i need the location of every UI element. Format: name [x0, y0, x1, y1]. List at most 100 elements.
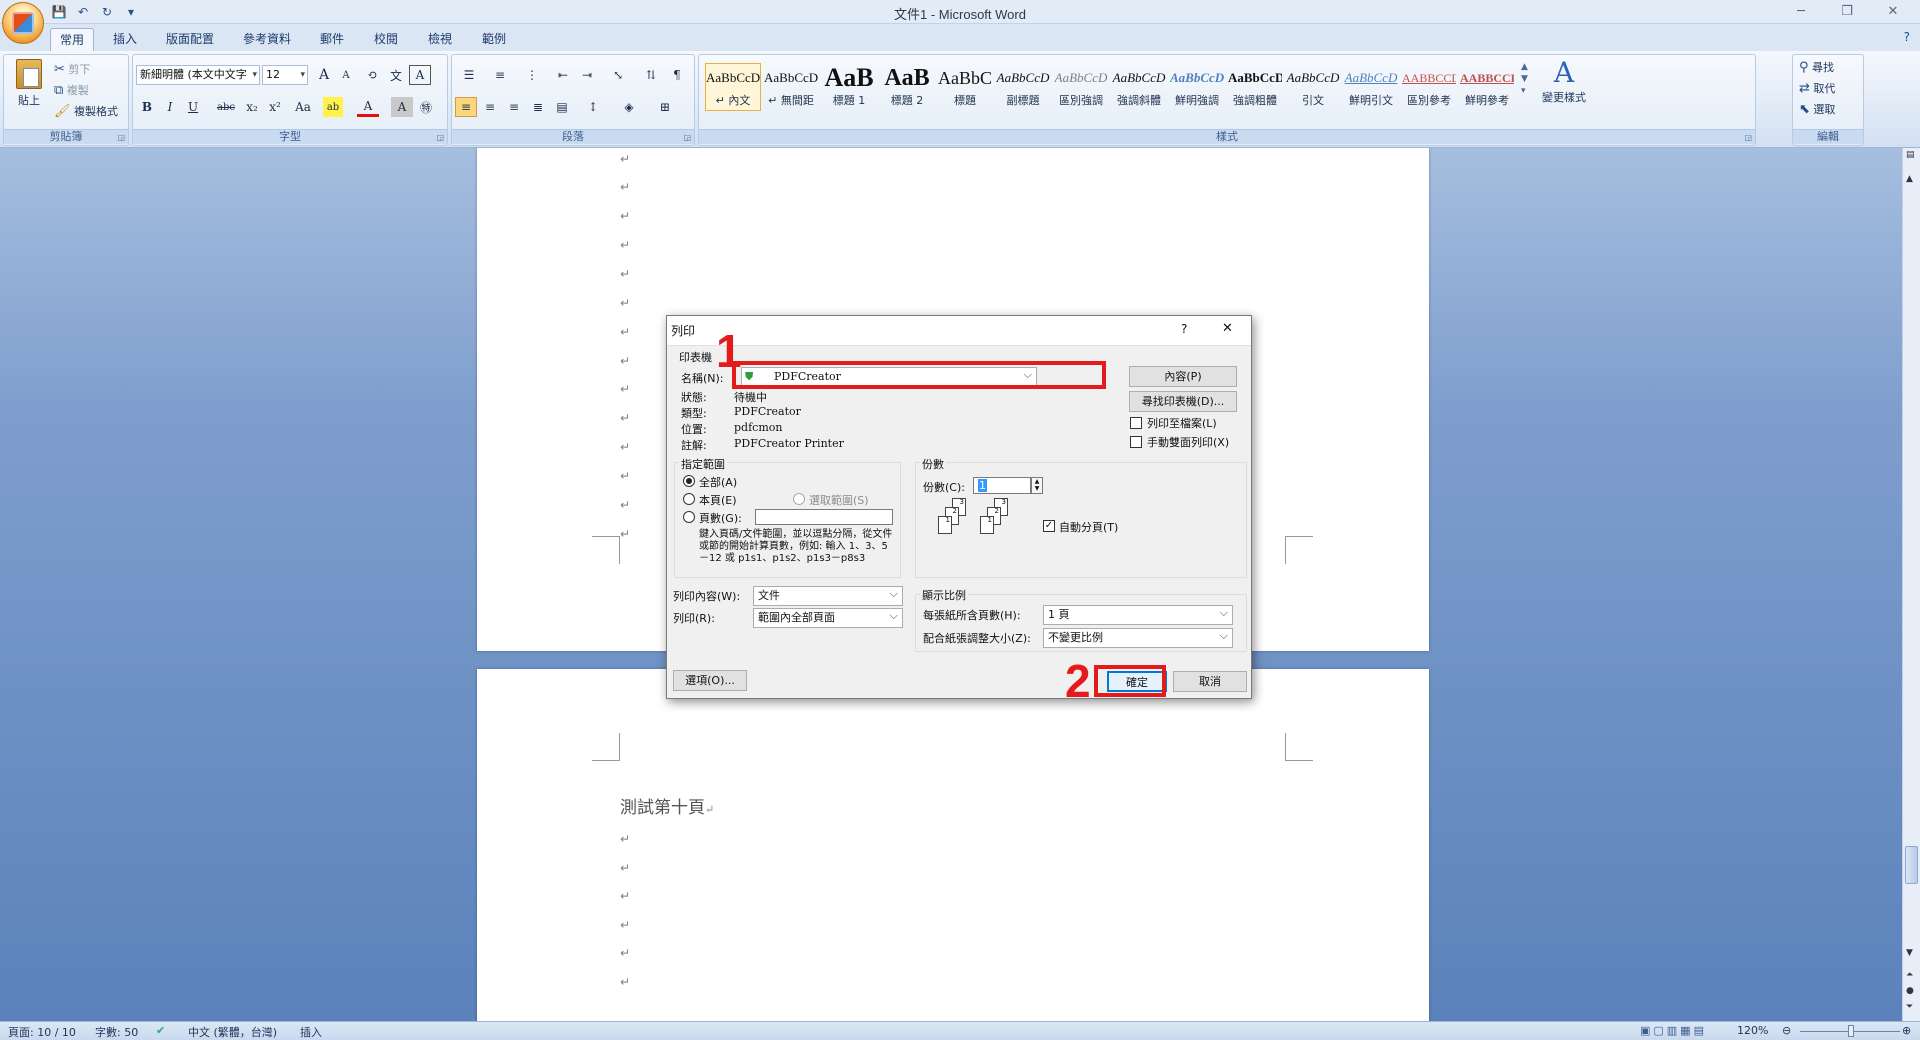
- paste-button[interactable]: 貼上: [12, 59, 46, 108]
- scroll-up-icon[interactable]: ▲: [1906, 174, 1913, 184]
- enclose-char-button[interactable]: ㊕: [415, 97, 437, 117]
- shrink-font-button[interactable]: A: [335, 65, 357, 85]
- range-current-radio[interactable]: [683, 493, 695, 505]
- range-selection-radio[interactable]: [793, 493, 805, 505]
- cancel-button[interactable]: 取消: [1173, 671, 1247, 692]
- tab-home[interactable]: 常用: [50, 28, 94, 51]
- font-name-combo[interactable]: 新細明體 (本文中文字: [136, 65, 260, 85]
- style-strong[interactable]: AaBbCcD 強調粗體: [1227, 63, 1283, 111]
- browse-object-icon[interactable]: ●: [1906, 986, 1914, 996]
- style-subtle-reference[interactable]: AABBCCD 區別參考: [1401, 63, 1457, 111]
- grow-font-button[interactable]: A: [313, 65, 335, 85]
- find-printer-button[interactable]: 尋找印表機(D)...: [1129, 391, 1237, 412]
- format-painter-button[interactable]: 🖌 複製格式: [54, 103, 118, 119]
- range-pages-radio[interactable]: [683, 511, 695, 523]
- dialog-close-button[interactable]: ✕: [1222, 321, 1233, 336]
- print-select[interactable]: 範圍內全部頁面: [753, 607, 903, 628]
- zoom-slider-thumb[interactable]: [1848, 1025, 1854, 1037]
- multilevel-list-icon[interactable]: ⋮: [518, 65, 546, 85]
- spelling-icon[interactable]: ✔: [156, 1024, 165, 1037]
- page-text[interactable]: 測試第十頁↵: [620, 793, 714, 818]
- sort-icon[interactable]: ⇅: [640, 65, 662, 85]
- page-10[interactable]: 測試第十頁↵ ↵ ↵ ↵ ↵ ↵ ↵: [477, 669, 1429, 1021]
- tab-review[interactable]: 校閱: [366, 28, 406, 51]
- increase-indent-icon[interactable]: ⇥: [576, 65, 598, 85]
- view-buttons-icon[interactable]: ▣▢▥▦▤: [1640, 1024, 1707, 1037]
- options-button[interactable]: 選項(O)...: [673, 670, 747, 691]
- style-intense-reference[interactable]: AABBCCD 鮮明參考: [1459, 63, 1515, 111]
- borders-icon[interactable]: ⊞: [651, 97, 679, 117]
- style-emphasis[interactable]: AaBbCcD 強調斜體: [1111, 63, 1167, 111]
- change-styles-button[interactable]: A 變更樣式: [1539, 57, 1589, 105]
- style-normal[interactable]: AaBbCcD ↵ 內文: [705, 63, 761, 111]
- tab-mailings[interactable]: 郵件: [312, 28, 352, 51]
- italic-button[interactable]: I: [159, 97, 181, 117]
- cut-button[interactable]: ✂ 剪下: [54, 61, 90, 77]
- bullets-icon[interactable]: ☰: [455, 65, 483, 85]
- scroll-down-icon[interactable]: ▼: [1906, 948, 1913, 958]
- close-window-button[interactable]: ✕: [1870, 0, 1916, 22]
- page-count[interactable]: 頁面: 10 / 10: [8, 1024, 76, 1040]
- font-size-combo[interactable]: 12: [262, 65, 308, 85]
- numbering-icon[interactable]: ≡: [486, 65, 514, 85]
- office-button[interactable]: [2, 2, 44, 44]
- align-center-icon[interactable]: ≡: [479, 97, 501, 117]
- dialog-launcher-icon[interactable]: ◲: [117, 133, 125, 142]
- zoom-out-icon[interactable]: ⊖: [1782, 1024, 1791, 1037]
- dialog-launcher-icon[interactable]: ◲: [1744, 133, 1752, 142]
- superscript-button[interactable]: x²: [264, 97, 286, 117]
- dialog-launcher-icon[interactable]: ◲: [683, 133, 691, 142]
- next-page-icon[interactable]: ⏷: [1906, 1002, 1913, 1012]
- tab-page-layout[interactable]: 版面配置: [158, 28, 222, 51]
- clear-formatting-icon[interactable]: ⟲: [361, 65, 383, 85]
- style-gallery-scroll-icon[interactable]: ▲ ▼ ▾: [1521, 61, 1528, 97]
- help-icon[interactable]: ?: [1904, 30, 1910, 44]
- distributed-icon[interactable]: ▤: [551, 97, 573, 117]
- change-case-button[interactable]: Aa: [289, 97, 317, 117]
- replace-button[interactable]: ⇄ 取代: [1799, 80, 1835, 96]
- scroll-thumb[interactable]: [1905, 846, 1918, 884]
- dialog-help-button[interactable]: ?: [1181, 322, 1187, 336]
- style-intense-quote[interactable]: AaBbCcD 鮮明引文: [1343, 63, 1399, 111]
- tab-samples[interactable]: 範例: [474, 28, 514, 51]
- copy-button[interactable]: ⧉ 複製: [54, 82, 89, 98]
- style-heading-1[interactable]: AaB 標題 1: [821, 63, 877, 111]
- ruler-toggle-icon[interactable]: ▤: [1906, 150, 1915, 160]
- style-heading-2[interactable]: AaB 標題 2: [879, 63, 935, 111]
- phonetic-guide-icon[interactable]: 文: [385, 65, 407, 85]
- zoom-level[interactable]: 120%: [1737, 1024, 1768, 1037]
- print-what-select[interactable]: 文件: [753, 585, 903, 606]
- previous-page-icon[interactable]: ⏶: [1906, 970, 1913, 980]
- style-quote[interactable]: AaBbCcD 引文: [1285, 63, 1341, 111]
- properties-button[interactable]: 內容(P): [1129, 366, 1237, 387]
- copies-input[interactable]: 1: [973, 477, 1031, 494]
- char-border-icon[interactable]: A: [409, 65, 431, 85]
- range-all-radio[interactable]: [683, 475, 695, 487]
- style-intense-emphasis[interactable]: AaBbCcD 鮮明強調: [1169, 63, 1225, 111]
- tab-references[interactable]: 參考資料: [236, 28, 298, 51]
- underline-button[interactable]: U: [182, 97, 204, 117]
- align-right-icon[interactable]: ≡: [503, 97, 525, 117]
- text-direction-icon[interactable]: ⤡: [604, 65, 632, 85]
- line-spacing-icon[interactable]: ↕: [579, 97, 607, 117]
- insert-mode[interactable]: 插入: [300, 1024, 322, 1040]
- find-button[interactable]: ⚲ 尋找: [1799, 59, 1834, 75]
- bold-button[interactable]: B: [136, 97, 158, 117]
- style-subtle-emphasis[interactable]: AaBbCcD 區別強調: [1053, 63, 1109, 111]
- pages-per-sheet-select[interactable]: 1 頁: [1043, 604, 1233, 625]
- dialog-launcher-icon[interactable]: ◲: [436, 133, 444, 142]
- manual-duplex-checkbox[interactable]: [1130, 436, 1142, 448]
- scale-to-paper-select[interactable]: 不變更比例: [1043, 627, 1233, 648]
- shading-icon[interactable]: ◈: [615, 97, 643, 117]
- copies-spinner[interactable]: ▲ ▼: [1031, 477, 1043, 494]
- collate-checkbox[interactable]: ✓: [1043, 520, 1055, 532]
- minimize-button[interactable]: ─: [1778, 0, 1824, 22]
- align-left-icon[interactable]: ≡: [455, 97, 477, 117]
- char-shading-button[interactable]: A: [391, 97, 413, 117]
- style-title[interactable]: AaBbC 標題: [937, 63, 993, 111]
- maximize-button[interactable]: ❐: [1824, 0, 1870, 22]
- word-count[interactable]: 字數: 50: [95, 1024, 138, 1040]
- pages-input[interactable]: [755, 509, 893, 525]
- show-marks-icon[interactable]: ¶: [666, 65, 688, 85]
- font-color-button[interactable]: A: [357, 97, 379, 117]
